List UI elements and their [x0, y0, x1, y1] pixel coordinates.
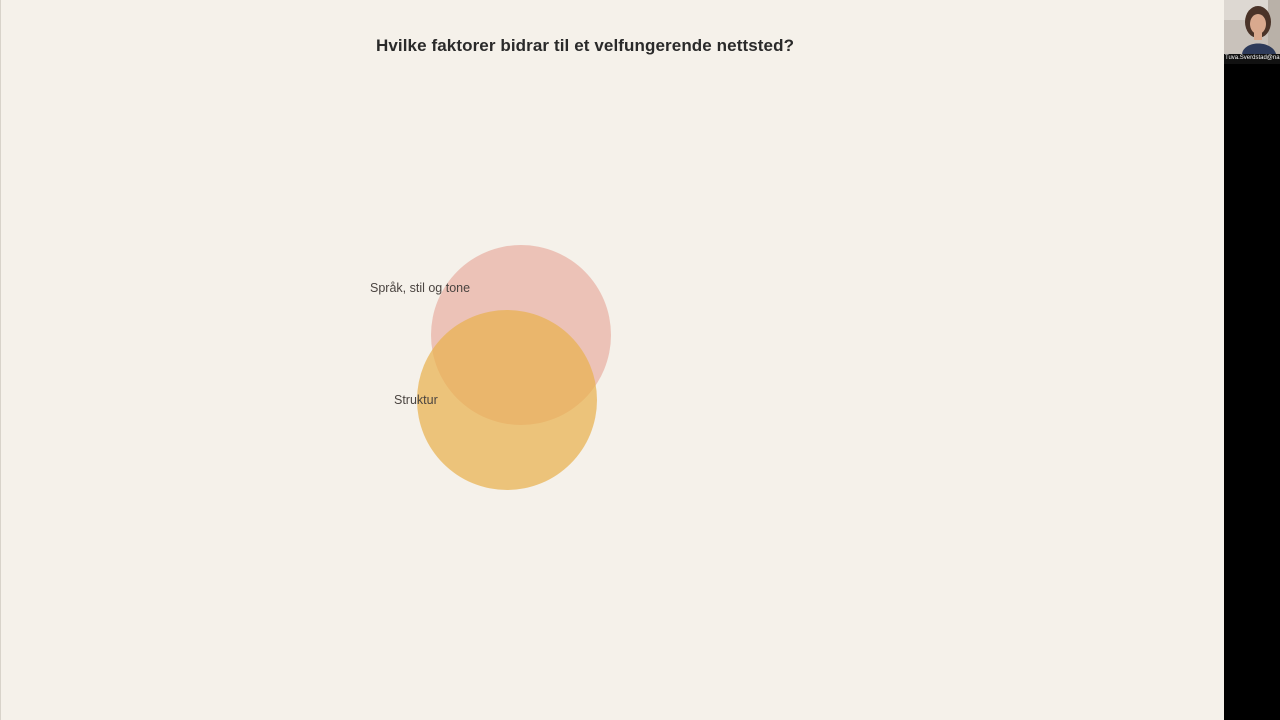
participant-name: Tuva.Sverdstad@na [1225, 55, 1280, 61]
venn-circle-structure [417, 310, 597, 490]
screen: Hvilke faktorer bidrar til et velfungere… [0, 0, 1280, 720]
participant-video-tile[interactable]: Tuva.Sverdstad@na [1224, 0, 1280, 64]
venn-diagram [417, 245, 611, 490]
person-video-icon [1224, 0, 1280, 54]
presentation-slide: Hvilke faktorer bidrar til et velfungere… [0, 0, 1224, 720]
participants-sidebar: Tuva.Sverdstad@na [1224, 0, 1280, 720]
venn-label-language: Språk, stil og tone [370, 281, 471, 295]
venn-label-structure: Struktur [394, 393, 438, 407]
